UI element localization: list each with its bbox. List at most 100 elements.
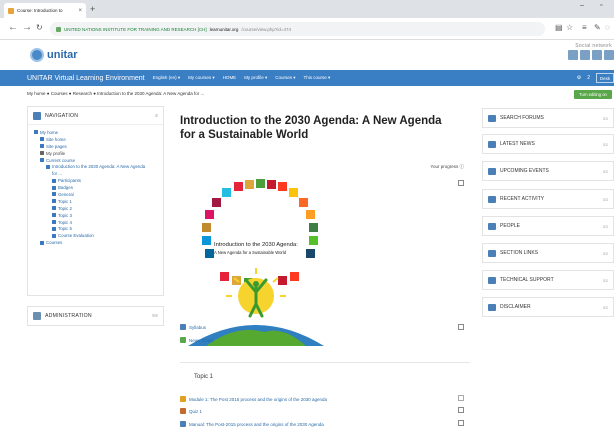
right-block-disclaimer[interactable]: DISCLAIMER ≡≡ — [482, 297, 614, 317]
facebook-icon[interactable] — [580, 50, 590, 60]
main-navbar: UNITAR Virtual Learning Environment Engl… — [0, 70, 614, 86]
syllabus-link[interactable]: Syllabus — [189, 325, 206, 330]
reader-mode-icon[interactable]: ▤ — [555, 23, 563, 32]
block-menu-icon[interactable]: ≡≡ — [603, 224, 608, 229]
youtube-icon[interactable] — [604, 50, 614, 60]
quiz-1-link[interactable]: Quiz 1 — [189, 409, 202, 414]
menu-my-courses[interactable]: My courses ▾ — [188, 75, 215, 81]
course-content: Introduction to the 2030 Agenda: A New A… — [176, 102, 474, 440]
folder-icon — [52, 226, 56, 231]
menu-this-course[interactable]: This course ▾ — [303, 75, 330, 81]
nav-tree-item[interactable]: Badges — [34, 184, 157, 191]
nav-tree-item[interactable]: Topic 5 — [34, 225, 157, 232]
sdg-banner-image: Introduction to the 2030 Agenda: A New A… — [186, 176, 326, 346]
news-forum-resource[interactable]: News forum — [180, 337, 213, 343]
node-icon — [40, 158, 44, 162]
manual-resource[interactable]: Manual: The Post-2015 process and the or… — [180, 421, 324, 427]
block-menu-icon[interactable]: ≡≡ — [603, 305, 608, 310]
collapse-icon[interactable]: ≡≡ — [152, 313, 158, 319]
node-icon — [34, 130, 38, 135]
nav-tree-item[interactable]: for ... — [34, 170, 157, 177]
nav-tree-item[interactable]: Site home — [34, 136, 157, 143]
block-menu-icon[interactable]: ≡≡ — [603, 251, 608, 256]
menu-language[interactable]: English (en) ▾ — [153, 75, 181, 81]
nav-tree-item[interactable]: Site pages — [34, 143, 157, 150]
block-menu-icon[interactable]: ≡≡ — [603, 278, 608, 283]
menu-home[interactable]: HOME — [223, 75, 237, 81]
nav-tree-label: Topic 5 — [58, 226, 72, 232]
nav-tree-item[interactable]: Topic 4 — [34, 219, 157, 226]
star-icon[interactable]: ☆ — [566, 23, 573, 32]
right-block-people[interactable]: PEOPLE ≡≡ — [482, 216, 614, 236]
block-menu-icon[interactable]: ≡≡ — [603, 197, 608, 202]
messages-count[interactable]: 2 — [587, 75, 590, 81]
module-1-completion-checkbox[interactable] — [458, 395, 464, 401]
folder-icon — [52, 206, 56, 211]
reload-icon[interactable]: ↻ — [36, 22, 43, 34]
back-icon[interactable]: ← — [8, 22, 18, 34]
address-bar[interactable]: UNITED NATIONS INSTITUTE FOR TRAINING AN… — [50, 22, 545, 36]
right-block-recent-activity[interactable]: RECENT ACTIVITY ≡≡ — [482, 189, 614, 209]
right-block-latest-news[interactable]: LATEST NEWS ≡≡ — [482, 134, 614, 154]
un-emblem-icon — [30, 48, 44, 62]
nav-tree-item[interactable]: Topic 2 — [34, 205, 157, 212]
news-forum-link[interactable]: News forum — [189, 338, 213, 343]
manual-completion-checkbox[interactable] — [458, 420, 464, 426]
nav-tree-item[interactable]: Current course — [34, 157, 157, 164]
nav-tree-item[interactable]: Participants — [34, 177, 157, 184]
nav-tree-item[interactable]: Topic 1 — [34, 198, 157, 205]
twitter-icon[interactable] — [568, 50, 578, 60]
right-block-title: LATEST NEWS — [500, 141, 535, 147]
quiz-1-resource[interactable]: Quiz 1 — [180, 408, 202, 414]
browser-tab[interactable]: Course: Introduction to × — [4, 3, 86, 18]
progress-label[interactable]: Your progress ⓘ — [430, 164, 464, 170]
share-icon[interactable]: ◌ — [605, 23, 610, 32]
folder-icon — [52, 233, 56, 238]
navigation-block-header[interactable]: NAVIGATION ≡ — [28, 107, 163, 125]
hub-icon[interactable]: ≡ — [582, 23, 587, 32]
dashboard-button[interactable]: Desk — [596, 73, 614, 83]
nav-tree-item[interactable]: General — [34, 191, 157, 198]
module-1-link[interactable]: Module 1: The Post 2015 process and the … — [189, 397, 327, 402]
syllabus-completion-checkbox[interactable] — [458, 324, 464, 330]
collapse-icon[interactable]: ≡ — [155, 113, 158, 119]
gears-icon — [33, 312, 41, 320]
settings-icon[interactable]: ⚙ — [577, 75, 581, 81]
notes-icon[interactable]: ✎ — [594, 23, 601, 32]
nav-tree-item[interactable]: Topic 3 — [34, 212, 157, 219]
site-header: unitar Social network — [0, 40, 614, 70]
maximize-icon[interactable]: ▫ — [600, 2, 602, 9]
nav-tree-item[interactable]: Introduction to the 2030 Agenda: A New A… — [34, 163, 157, 170]
close-tab-icon[interactable]: × — [78, 8, 82, 14]
turn-editing-on-button[interactable]: Turn editing on — [574, 90, 612, 99]
right-block-section-links[interactable]: SECTION LINKS ≡≡ — [482, 243, 614, 263]
nav-tree-item[interactable]: My profile — [34, 150, 157, 157]
social-network-label: Social network — [575, 43, 612, 49]
syllabus-resource[interactable]: Syllabus — [180, 324, 206, 330]
nav-tree-item[interactable]: Course Evaluation — [34, 232, 157, 239]
module-1-resource[interactable]: Module 1: The Post 2015 process and the … — [180, 396, 327, 402]
block-menu-icon[interactable]: ≡≡ — [603, 116, 608, 121]
right-block-search-forums[interactable]: SEARCH FORUMS ≡≡ — [482, 108, 614, 128]
block-menu-icon[interactable]: ≡≡ — [603, 169, 608, 174]
linkedin-icon[interactable] — [592, 50, 602, 60]
right-block-upcoming-events[interactable]: UPCOMING EVENTS ≡≡ — [482, 161, 614, 181]
manual-link[interactable]: Manual: The Post-2015 process and the or… — [189, 422, 324, 427]
menu-courses[interactable]: Courses ▾ — [275, 75, 295, 81]
right-block-technical-support[interactable]: TECHNICAL SUPPORT ≡≡ — [482, 270, 614, 290]
topic-1-title: Topic 1 — [194, 374, 214, 380]
block-menu-icon[interactable]: ≡≡ — [603, 142, 608, 147]
brand-link[interactable]: UNITAR Virtual Learning Environment — [27, 75, 145, 82]
administration-block-header[interactable]: ADMINISTRATION ≡≡ — [28, 307, 163, 325]
minimize-icon[interactable]: – — [580, 2, 584, 9]
new-tab-button[interactable]: + — [90, 3, 95, 15]
progress-checkbox[interactable] — [458, 180, 464, 186]
menu-my-profile[interactable]: My profile ▾ — [244, 75, 267, 81]
nav-tree-item[interactable]: Courses — [34, 239, 157, 246]
site-logo[interactable]: unitar — [30, 48, 78, 62]
nav-tree-item[interactable]: My home — [34, 129, 157, 136]
quiz-1-completion-checkbox[interactable] — [458, 407, 464, 413]
right-block-title: TECHNICAL SUPPORT — [500, 277, 554, 283]
breadcrumb[interactable]: My home ● Courses ● Research ● Introduct… — [27, 91, 204, 96]
forward-icon[interactable]: → — [22, 22, 32, 34]
